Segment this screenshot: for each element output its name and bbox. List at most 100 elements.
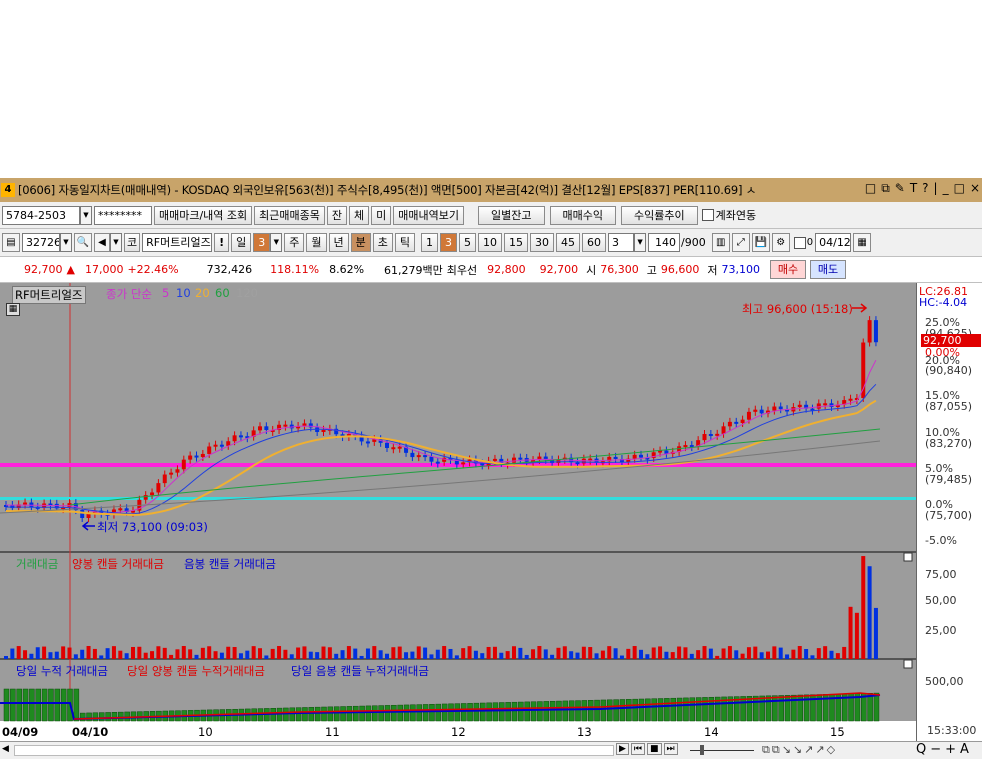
volume-bar: [651, 647, 656, 659]
chart-area[interactable]: LC:26.81 HC:-4.04 25.0% (94,625) 92,700 …: [0, 283, 982, 741]
interval-1-button[interactable]: 1: [421, 233, 439, 252]
cumulative-bar: [657, 698, 664, 722]
volume-bar: [67, 647, 72, 659]
period-tick-button[interactable]: 틱: [394, 233, 416, 252]
volume-bar: [219, 652, 224, 659]
trade-profit-button[interactable]: 매매수익: [549, 205, 616, 225]
help-icon[interactable]: ?: [922, 181, 928, 196]
cumulative-bar: [73, 688, 80, 722]
interval-n-dropdown[interactable]: ▼: [634, 233, 647, 252]
bar-count-field[interactable]: 140: [648, 233, 681, 252]
period-minute-button[interactable]: 분: [350, 233, 371, 252]
maximize-icon[interactable]: □: [954, 181, 965, 196]
stock-name-field[interactable]: RF머트리얼즈: [142, 233, 213, 252]
volume-bar: [664, 651, 669, 659]
compare-icon[interactable]: ⤢: [731, 233, 750, 252]
password-field[interactable]: ********: [94, 205, 152, 225]
buy-button[interactable]: 매수: [770, 260, 807, 279]
recent-trades-button[interactable]: 최근매매종목: [254, 205, 325, 225]
sell-button[interactable]: 매도: [810, 260, 847, 279]
cumulative-bar: [54, 688, 61, 722]
account-dropdown[interactable]: ▼: [80, 205, 92, 225]
chart-name-tag[interactable]: RF머트리얼즈: [12, 286, 86, 304]
interval-3-button[interactable]: 3: [440, 233, 458, 252]
speaker-icon[interactable]: ◀: [94, 233, 110, 252]
zoom-out-icon[interactable]: Q: [916, 742, 926, 757]
interval-n-field[interactable]: 3: [608, 233, 635, 252]
rewind-icon[interactable]: ⏮: [630, 743, 646, 755]
trade-history-button[interactable]: 매매내역보기: [393, 205, 465, 225]
stock-code-field[interactable]: 327260: [22, 233, 60, 252]
date-checkbox[interactable]: [793, 236, 806, 249]
window-titlebar[interactable]: 4 [0606] 자동일지차트(매매내역) - KOSDAQ 외국인보유[563…: [0, 178, 982, 202]
alert-button[interactable]: !: [214, 233, 230, 252]
account-link-checkbox[interactable]: [701, 209, 714, 221]
period-week-button[interactable]: 주: [284, 233, 305, 252]
date-field[interactable]: 04/12: [815, 233, 852, 252]
font-icon[interactable]: T: [910, 181, 917, 196]
time-label: 15:33:00: [927, 724, 977, 737]
speaker-dropdown[interactable]: ▼: [110, 233, 122, 252]
period-month-button[interactable]: 월: [306, 233, 327, 252]
interval-5-button[interactable]: 5: [459, 233, 477, 252]
interval-30-button[interactable]: 30: [530, 233, 555, 252]
volume-bar: [734, 650, 739, 659]
market-button[interactable]: 코: [124, 233, 141, 252]
scroll-left-icon[interactable]: ◀: [2, 744, 9, 754]
calendar-icon[interactable]: ▦: [853, 233, 872, 252]
search-icon[interactable]: 🔍: [74, 233, 92, 252]
cumulative-bar: [435, 703, 442, 722]
gear-icon[interactable]: ⚙: [771, 233, 790, 252]
auto-icon[interactable]: A: [960, 742, 969, 757]
cumulative-bar: [772, 695, 778, 722]
cumulative-bar: [454, 703, 461, 722]
cumulative-bar: [346, 706, 353, 722]
unfilled-button[interactable]: 미: [371, 205, 392, 225]
return-trend-button[interactable]: 수익률추이: [620, 205, 698, 225]
cumulative-bar: [867, 692, 873, 722]
grid-toggle-icon[interactable]: ▦: [6, 303, 20, 316]
stock-code-dropdown[interactable]: ▼: [60, 233, 72, 252]
volume-bar: [365, 648, 370, 659]
plus-icon[interactable]: +: [945, 742, 956, 757]
chart-type-icon[interactable]: ▤: [2, 233, 20, 252]
trade-mark-query-button[interactable]: 매매마크/내역 조회: [154, 205, 253, 225]
candle-body: [391, 447, 396, 450]
x-label-0410: 04/10: [72, 725, 109, 739]
save-icon[interactable]: 💾: [751, 233, 770, 252]
stop-icon[interactable]: ■: [647, 743, 662, 755]
period-second-button[interactable]: 초: [372, 233, 393, 252]
ma-10-label: 10: [176, 286, 191, 300]
interval-60-button[interactable]: 60: [582, 233, 607, 252]
candle-settings-icon[interactable]: ▥: [711, 233, 730, 252]
ma-60-label: 60: [215, 286, 230, 300]
period-day-button[interactable]: 일: [231, 233, 252, 252]
balance-button[interactable]: 잔: [326, 205, 348, 225]
volume-bar: [73, 654, 78, 659]
volume-bar: [702, 646, 707, 659]
volume-bar: [385, 653, 389, 659]
forward-icon[interactable]: ⏭: [663, 743, 678, 755]
cumulative-bar: [753, 695, 759, 722]
minus-icon[interactable]: −: [930, 742, 941, 757]
daily-balance-button[interactable]: 일별잔고: [478, 205, 545, 225]
tile-icon[interactable]: ⧉: [881, 181, 890, 196]
drawing-tools[interactable]: ⧉⧉↘↘↗↗◇: [762, 743, 837, 757]
restore-icon[interactable]: □: [865, 181, 876, 196]
period-year-button[interactable]: 년: [328, 233, 349, 252]
close-icon[interactable]: ×: [970, 181, 980, 196]
zoom-slider-handle[interactable]: [700, 745, 704, 755]
horizontal-scrollbar[interactable]: [14, 745, 614, 756]
interval-45-button[interactable]: 45: [556, 233, 581, 252]
period-n-field[interactable]: 3: [253, 233, 271, 252]
interval-15-button[interactable]: 15: [504, 233, 529, 252]
interval-10-button[interactable]: 10: [478, 233, 503, 252]
account-field[interactable]: 5784-2503: [2, 205, 80, 225]
filled-button[interactable]: 체: [349, 205, 370, 225]
minimize-icon[interactable]: _: [943, 181, 949, 196]
volume-bar: [124, 653, 129, 659]
period-n-dropdown[interactable]: ▼: [270, 233, 283, 252]
play-icon[interactable]: ▶: [616, 743, 629, 755]
edit-icon[interactable]: ✎: [895, 181, 905, 196]
volume-bar: [169, 654, 174, 659]
